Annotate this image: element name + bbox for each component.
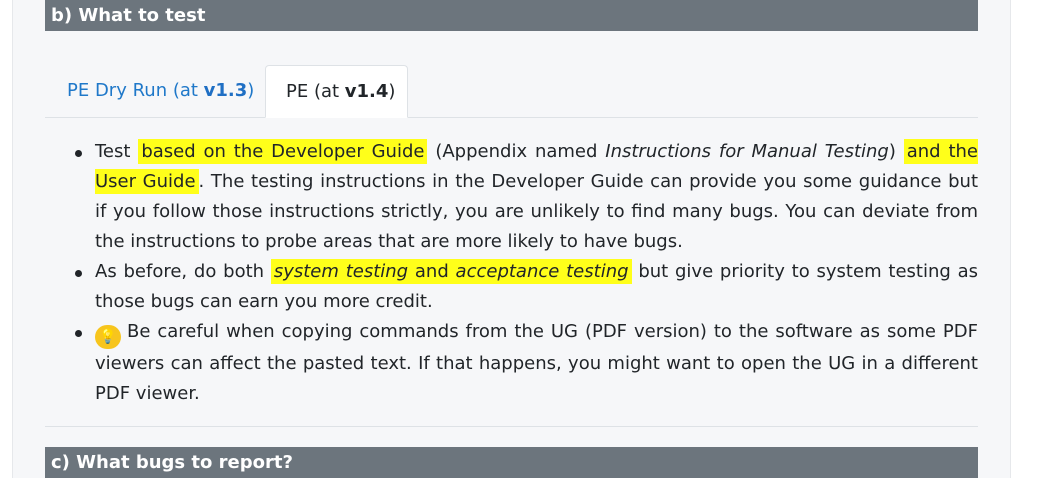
text: and <box>408 261 456 282</box>
text: . The testing instructions in the Develo… <box>95 171 978 252</box>
divider <box>45 426 978 427</box>
highlight-text: system testing and acceptance testing <box>270 259 632 284</box>
tab-version: v1.4 <box>344 81 389 102</box>
section-header-what-bugs-to-report: c) What bugs to report? <box>45 447 978 478</box>
tab-suffix: ) <box>388 81 396 102</box>
text: Be careful when copying commands from th… <box>95 321 978 404</box>
tab-version: v1.3 <box>203 80 248 101</box>
tab-bar: PE Dry Run (at v1.3) PE (at v1.4) <box>45 65 978 118</box>
text: As before, do both <box>95 261 271 282</box>
tab-label: PE (at <box>286 81 345 102</box>
text: (Appendix named <box>427 141 606 162</box>
text: ) <box>888 141 904 162</box>
section-title: b) What to test <box>51 5 206 26</box>
list-item: 💡 Be careful when copying commands from t… <box>75 317 978 409</box>
list-item: Test based on the Developer Guide (Appen… <box>75 137 978 257</box>
list-item: As before, do both system testing and ac… <box>75 257 978 317</box>
emphasis-text: Instructions for Manual Testing <box>605 141 889 162</box>
test-instructions-list: Test based on the Developer Guide (Appen… <box>75 137 978 409</box>
section-header-what-to-test: b) What to test <box>45 0 978 31</box>
text: Test <box>95 141 139 162</box>
tab-pe[interactable]: PE (at v1.4) <box>265 65 408 118</box>
emphasis-text: acceptance testing <box>455 261 629 282</box>
section-title: c) What bugs to report? <box>51 452 293 473</box>
lightbulb-icon: 💡 <box>95 325 121 349</box>
emphasis-text: system testing <box>273 261 409 282</box>
tab-label: PE Dry Run (at <box>67 80 204 101</box>
tab-suffix: ) <box>247 80 255 101</box>
highlight-text: based on the Developer Guide <box>138 139 428 164</box>
tab-pe-dry-run[interactable]: PE Dry Run (at v1.3) <box>47 65 274 117</box>
